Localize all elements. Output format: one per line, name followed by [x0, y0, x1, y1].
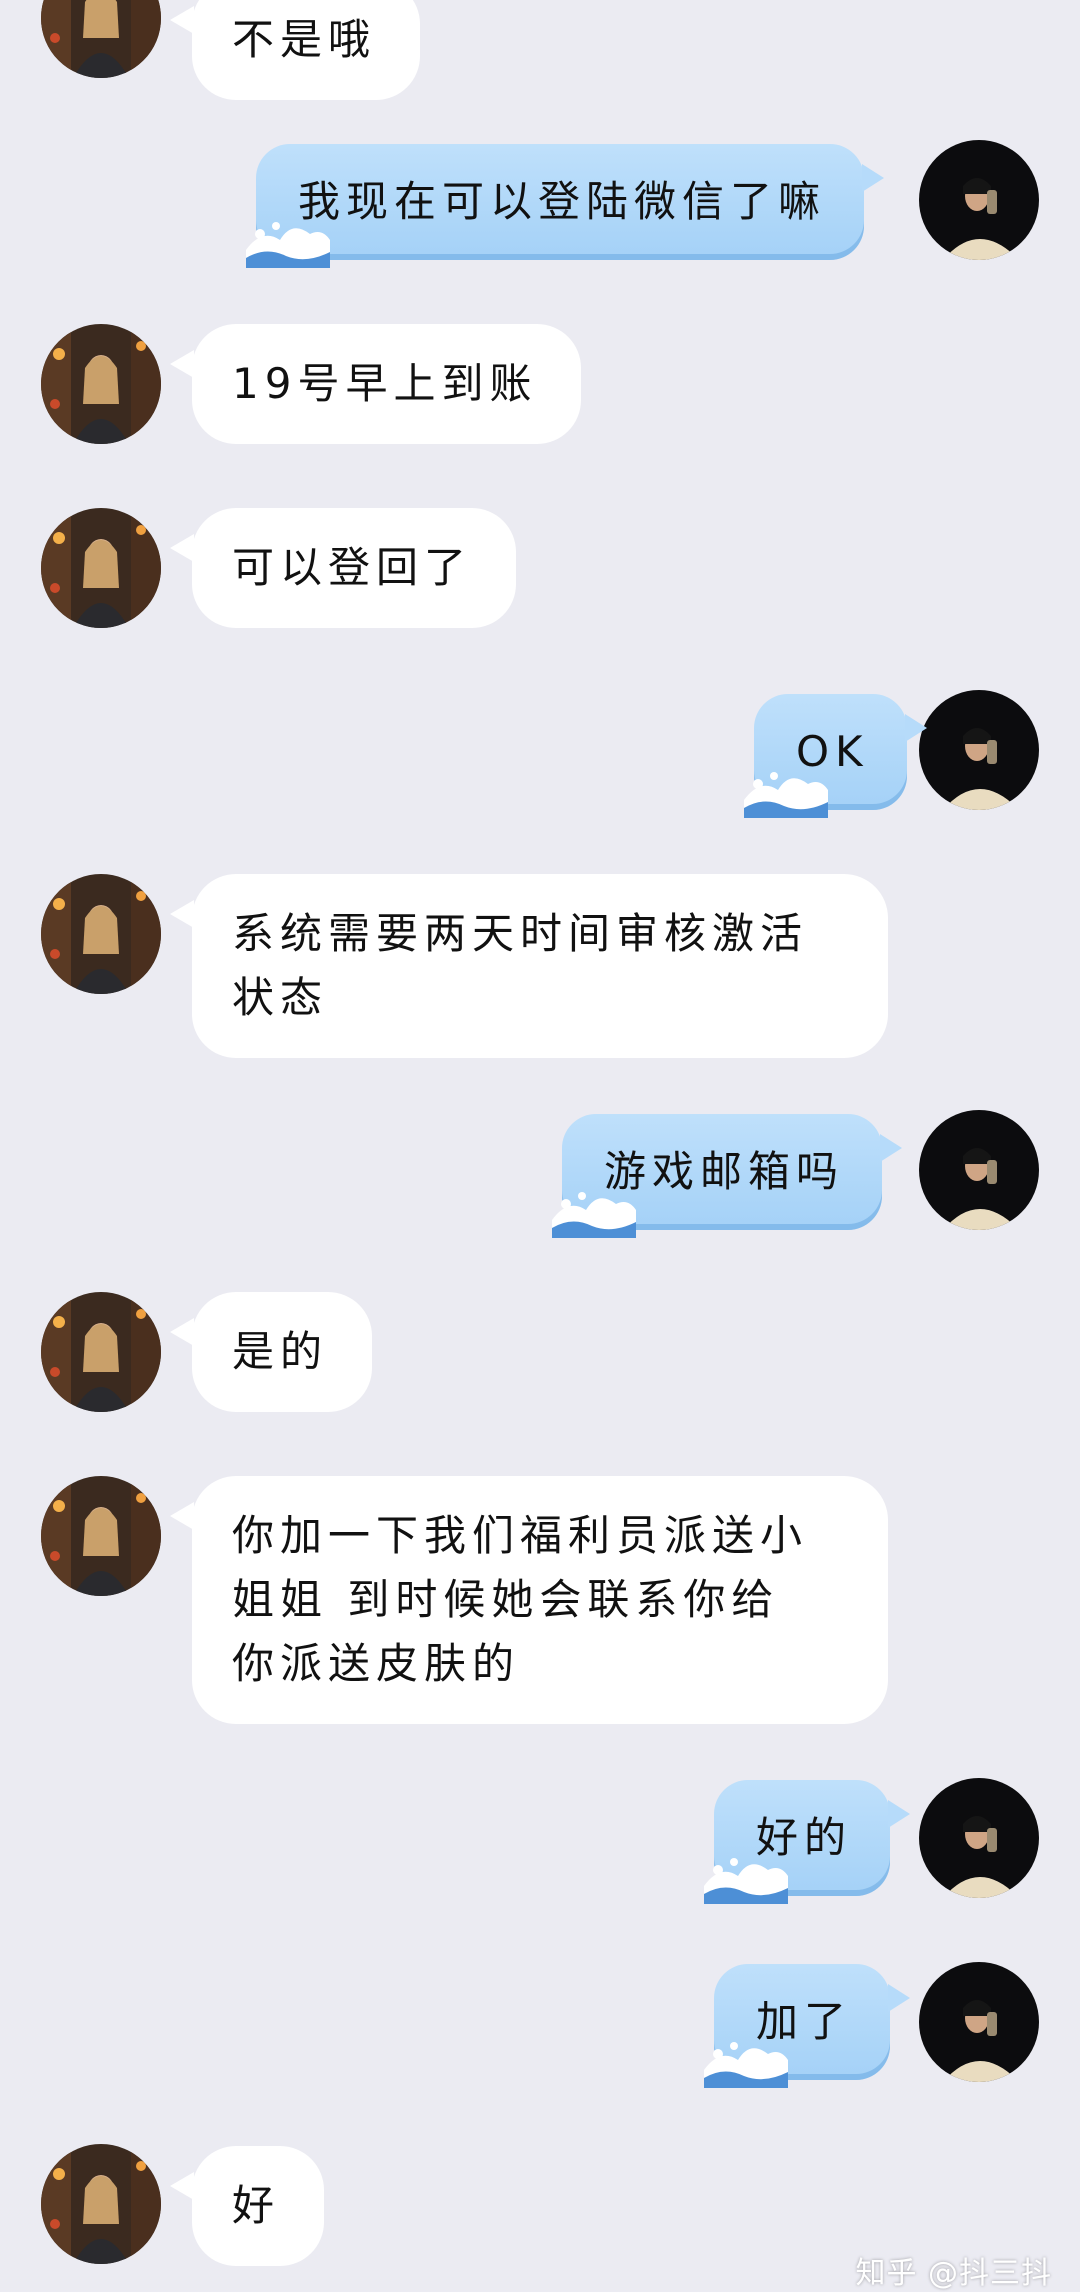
my-avatar[interactable]	[919, 1110, 1039, 1230]
chat-message-list[interactable]: 不是哦 我现在可以登陆微信了嘛 19号早上到账 可以登回了 OK 系统需要两天时…	[0, 0, 1080, 2280]
message-line: 姐姐 到时候她会联系你给	[232, 1575, 780, 1624]
my-avatar[interactable]	[919, 140, 1039, 260]
friend-message-bubble[interactable]: 你加一下我们福利员派送小 姐姐 到时候她会联系你给 你派送皮肤的	[170, 1476, 888, 1724]
my-message-bubble[interactable]: 游戏邮箱吗	[552, 1114, 903, 1238]
friend-avatar[interactable]	[41, 2144, 161, 2264]
friend-avatar[interactable]	[41, 1476, 161, 1596]
my-message-bubble[interactable]: 好的	[704, 1780, 911, 1904]
my-message-bubble[interactable]: 我现在可以登陆微信了嘛	[246, 144, 885, 268]
wave-icon	[704, 1858, 788, 1904]
message-line: 你加一下我们福利员派送小	[232, 1511, 809, 1560]
friend-message-bubble[interactable]: 好	[169, 2146, 325, 2266]
message-text: 好	[232, 2181, 281, 2230]
my-avatar[interactable]	[919, 1778, 1039, 1898]
friend-avatar[interactable]	[41, 874, 161, 994]
friend-message-bubble[interactable]: 19号早上到账	[169, 324, 582, 444]
my-avatar[interactable]	[919, 690, 1039, 810]
message-text: 19号早上到账	[232, 359, 538, 408]
message-line: 状态	[232, 973, 329, 1022]
wave-icon	[704, 2042, 788, 2088]
friend-avatar[interactable]	[41, 0, 161, 78]
friend-avatar[interactable]	[41, 1292, 161, 1412]
message-text: 不是哦	[232, 15, 377, 64]
friend-avatar[interactable]	[41, 508, 161, 628]
message-line: 系统需要两天时间审核激活	[232, 909, 809, 958]
watermark: 知乎 @抖三抖	[855, 2256, 1052, 2291]
friend-message-bubble[interactable]: 是的	[169, 1292, 373, 1412]
my-avatar[interactable]	[919, 1962, 1039, 2082]
message-text: 游戏邮箱吗	[604, 1147, 845, 1196]
friend-avatar[interactable]	[41, 324, 161, 444]
wave-icon	[552, 1192, 636, 1238]
message-line: 你派送皮肤的	[232, 1639, 521, 1688]
message-text: 是的	[232, 1327, 329, 1376]
message-text: 可以登回了	[232, 543, 473, 592]
my-message-bubble[interactable]: 加了	[704, 1964, 911, 2088]
friend-message-bubble[interactable]: 系统需要两天时间审核激活 状态	[170, 874, 888, 1058]
friend-message-bubble[interactable]: 可以登回了	[169, 508, 517, 628]
friend-message-bubble[interactable]: 不是哦	[169, 0, 421, 100]
wave-icon	[744, 772, 828, 818]
wave-icon	[246, 222, 330, 268]
message-text: 我现在可以登陆微信了嘛	[298, 177, 827, 226]
my-message-bubble[interactable]: OK	[744, 694, 927, 818]
